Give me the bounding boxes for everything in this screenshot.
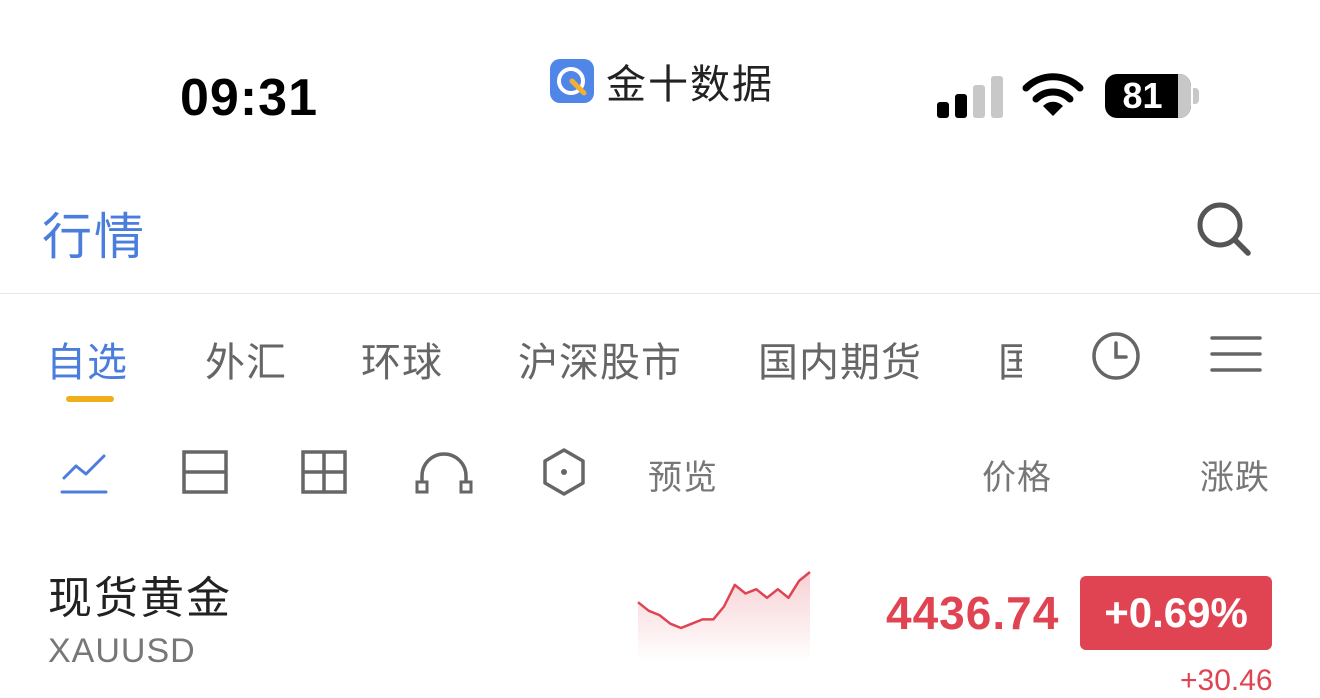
tab-forex[interactable]: 外汇: [205, 330, 287, 388]
history-button[interactable]: [1090, 330, 1142, 382]
tab-menu-button[interactable]: [1210, 334, 1262, 374]
grid-view-button[interactable]: [300, 448, 348, 496]
arch-view-button[interactable]: [414, 448, 474, 496]
app-indicator: 金十数据: [550, 52, 774, 110]
grid-view-icon: [301, 450, 347, 494]
status-time: 09:31: [180, 69, 318, 127]
clock-icon: [1092, 332, 1140, 380]
tab-a-shares[interactable]: 沪深股市: [518, 330, 682, 388]
app-logo-icon: [550, 59, 594, 103]
search-button[interactable]: [1194, 200, 1254, 256]
row-view-button[interactable]: [181, 448, 229, 496]
page-title: 行情: [42, 208, 146, 266]
hexagon-view-button[interactable]: [540, 448, 588, 496]
quote-name: 现货黄金: [48, 573, 232, 624]
row-view-icon: [182, 450, 228, 494]
menu-icon: [1210, 336, 1262, 372]
app-name: 金十数据: [606, 62, 774, 108]
trend-sparkline: [637, 571, 811, 662]
search-icon: [1197, 202, 1251, 256]
line-chart-view-button[interactable]: [60, 448, 108, 496]
column-header-change[interactable]: 涨跌: [1200, 450, 1270, 499]
tab-global[interactable]: 环球: [361, 330, 443, 388]
tab-domestic-futures[interactable]: 国内期货: [758, 330, 922, 388]
tab-overflow[interactable]: 国: [998, 330, 1022, 386]
cellular-signal-icon: [937, 76, 1003, 118]
tab-watchlist[interactable]: 自选: [46, 330, 128, 388]
line-chart-view-icon: [60, 454, 108, 494]
quote-symbol: XAUUSD: [48, 632, 196, 670]
change-absolute: +30.46: [1180, 664, 1273, 697]
change-percent-badge[interactable]: +0.69%: [1080, 576, 1272, 650]
arch-view-icon: [415, 452, 473, 494]
column-header-preview: 预览: [648, 458, 718, 498]
hexagon-view-icon: [543, 448, 585, 496]
header-divider: [0, 293, 1320, 294]
battery-level: 81: [1122, 75, 1163, 116]
wifi-icon: [1022, 73, 1084, 116]
quote-row[interactable]: 现货黄金 XAUUSD 4436.74 +0.69% +30.46: [0, 540, 1320, 697]
battery-icon: 81: [1105, 74, 1191, 118]
battery-tip: [1193, 88, 1199, 104]
quote-price: 4436.74: [886, 587, 1060, 639]
active-tab-indicator: [66, 396, 114, 402]
column-header-price[interactable]: 价格: [982, 450, 1052, 499]
